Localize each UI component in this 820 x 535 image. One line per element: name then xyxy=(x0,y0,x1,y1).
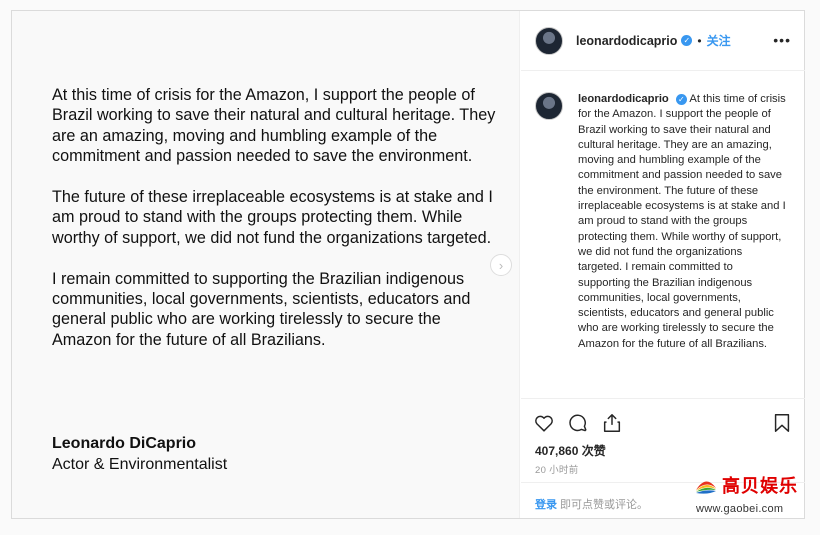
follow-button[interactable]: 关注 xyxy=(707,32,731,49)
statement-paragraph-1: At this time of crisis for the Amazon, I… xyxy=(52,86,496,166)
comment-icon[interactable] xyxy=(567,412,589,434)
avatar[interactable] xyxy=(535,26,563,55)
chevron-right-icon: › xyxy=(498,257,504,273)
signature-name: Leonardo DiCaprio xyxy=(52,435,197,452)
comment-prompt: 即可点赞或评论。 xyxy=(557,499,649,511)
caption: leonardodicaprio ✓ At this time of crisi… xyxy=(578,92,788,352)
caption-username-link[interactable]: leonardodicaprio xyxy=(578,93,669,105)
caption-area: leonardodicaprio ✓ At this time of crisi… xyxy=(521,72,805,398)
rainbow-logo-icon xyxy=(696,481,716,494)
verified-badge-icon: ✓ xyxy=(681,35,693,46)
signature-title: Actor & Environmentalist xyxy=(52,456,228,473)
next-image-button[interactable]: › xyxy=(490,254,512,276)
post-image: At this time of crisis for the Amazon, I… xyxy=(12,11,520,518)
post-timestamp[interactable]: 20 小时前 xyxy=(535,462,579,476)
statement-paragraph-2: The future of these irreplaceable ecosys… xyxy=(52,188,493,247)
share-icon[interactable] xyxy=(601,412,623,434)
more-options-icon[interactable]: ••• xyxy=(773,33,791,47)
statement-text: At this time of crisis for the Amazon, I… xyxy=(52,85,502,371)
watermark-brand: 高贝娱乐 xyxy=(722,476,798,497)
like-count[interactable]: 407,860 次赞 xyxy=(535,442,606,459)
verified-badge-icon: ✓ xyxy=(675,93,687,105)
post-frame: At this time of crisis for the Amazon, I… xyxy=(11,10,805,519)
caption-text: At this time of crisis for the Amazon. I… xyxy=(578,93,786,350)
caption-avatar[interactable] xyxy=(535,92,563,120)
bookmark-icon[interactable] xyxy=(771,412,793,434)
post-side-panel: leonardodicaprio ✓ • 关注 ••• leonardodica… xyxy=(521,11,805,518)
heart-icon[interactable] xyxy=(533,412,555,434)
watermark-url: www.gaobei.com xyxy=(696,503,784,515)
separator-dot: • xyxy=(697,33,702,48)
login-link[interactable]: 登录 xyxy=(535,499,557,511)
caption-row: leonardodicaprio ✓ At this time of crisi… xyxy=(535,92,791,352)
post-header: leonardodicaprio ✓ • 关注 ••• xyxy=(521,11,805,71)
username-link[interactable]: leonardodicaprio xyxy=(576,34,677,48)
action-icons xyxy=(533,412,623,434)
watermark: 高贝娱乐 www.gaobei.com xyxy=(690,474,810,520)
statement-paragraph-3: I remain committed to supporting the Bra… xyxy=(52,269,471,349)
